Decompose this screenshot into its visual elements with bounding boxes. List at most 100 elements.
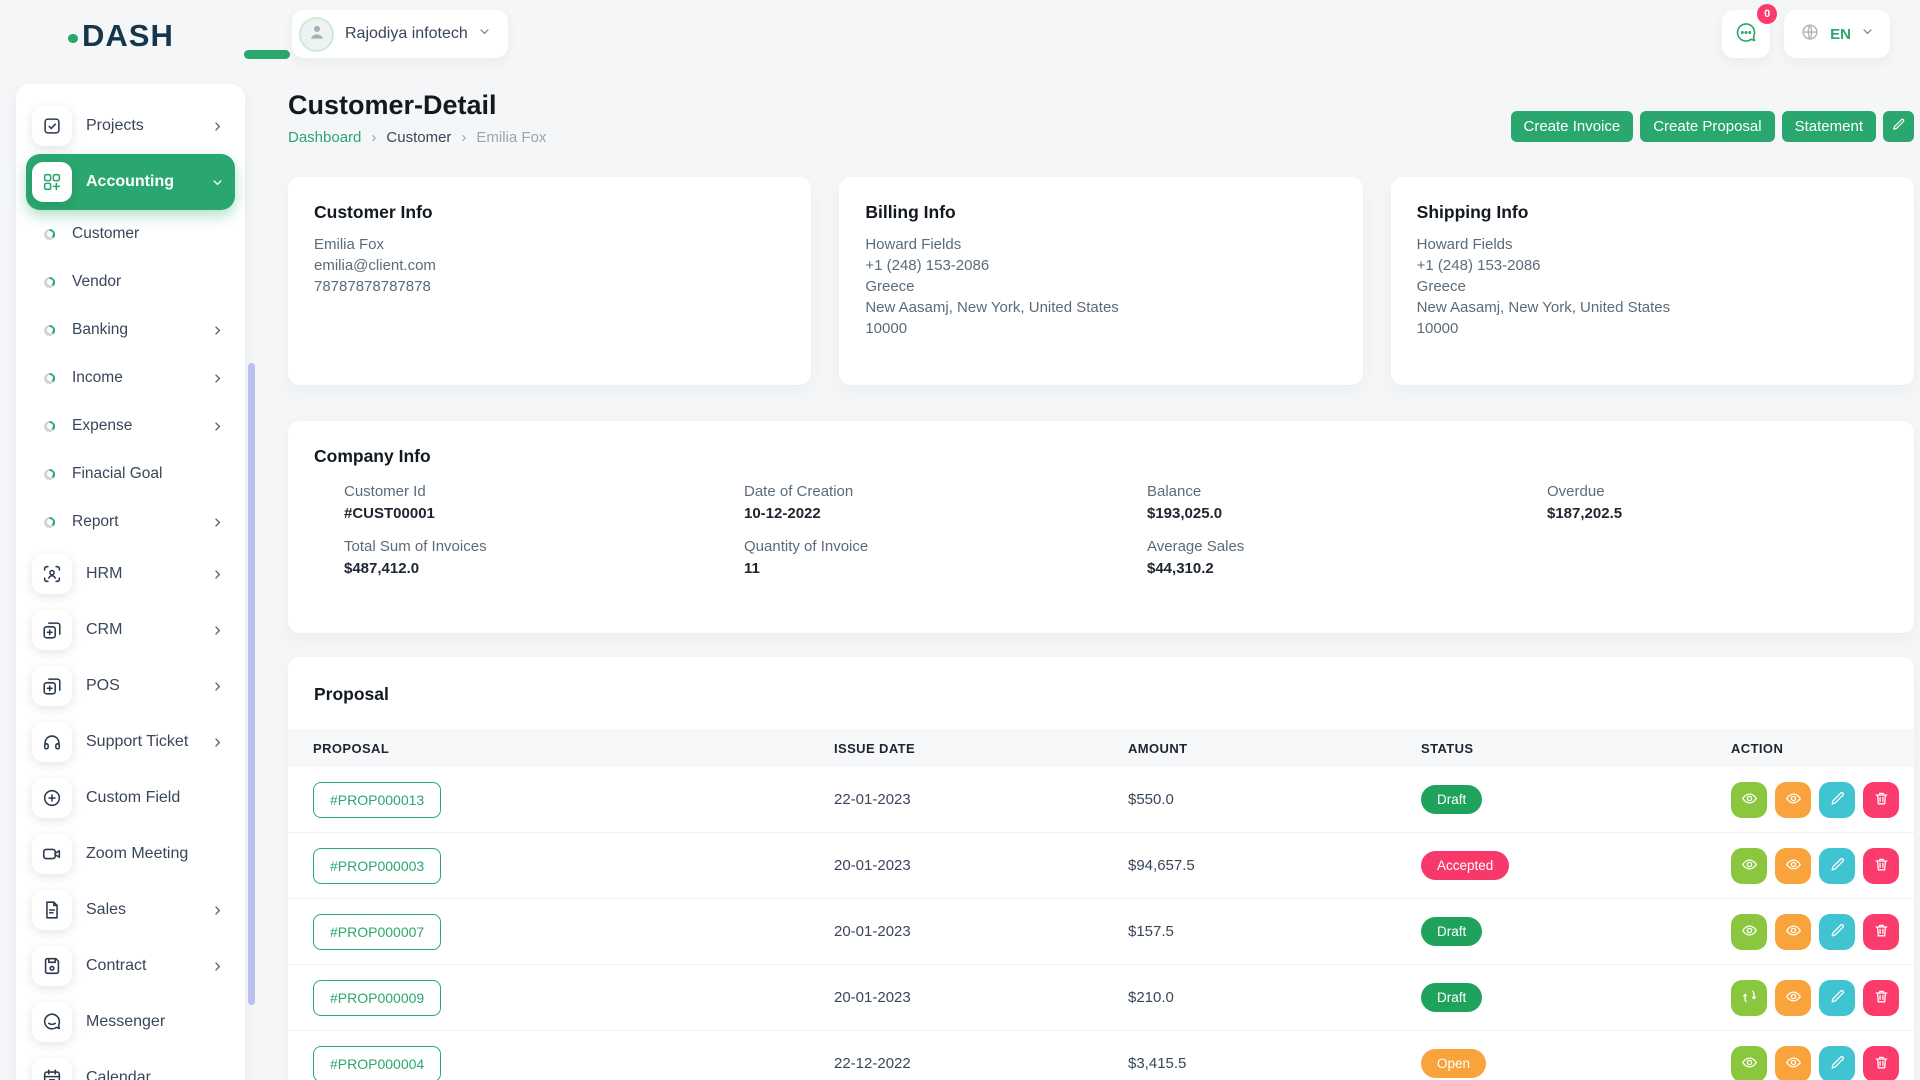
billing-info-card: Billing Info Howard Fields+1 (248) 153-2… [839, 177, 1362, 385]
sidebar-item-messenger[interactable]: Messenger [26, 994, 235, 1050]
eye-icon [1741, 790, 1758, 810]
sidebar-item-support-ticket[interactable]: Support Ticket [26, 714, 235, 770]
sidebar-item-expense[interactable]: Expense [26, 402, 235, 450]
save-icon [32, 946, 72, 986]
sidebar-item-accounting[interactable]: Accounting [26, 154, 235, 210]
sidebar-item-customer[interactable]: Customer [26, 210, 235, 258]
logo-dot [68, 34, 78, 43]
video-icon [32, 834, 72, 874]
main-content: Customer-Detail Dashboard › Customer › E… [288, 84, 1914, 1080]
delete-button[interactable] [1863, 782, 1899, 818]
language-selector[interactable]: EN [1784, 10, 1890, 58]
stat-label: Date of Creation [744, 483, 1147, 500]
info-line: Greece [1417, 276, 1888, 297]
sidebar-item-vendor[interactable]: Vendor [26, 258, 235, 306]
view-button[interactable] [1731, 914, 1767, 950]
preview-button[interactable] [1775, 1046, 1811, 1080]
view-button[interactable] [1731, 848, 1767, 884]
statement-button[interactable]: Statement [1782, 111, 1876, 142]
stat-value: #CUST00001 [344, 505, 744, 522]
sidebar-item-finacial-goal[interactable]: Finacial Goal [26, 450, 235, 498]
preview-button[interactable] [1775, 848, 1811, 884]
edit-button[interactable] [1819, 980, 1855, 1016]
delete-button[interactable] [1863, 980, 1899, 1016]
preview-button[interactable] [1775, 782, 1811, 818]
sidebar-item-hrm[interactable]: HRM [26, 546, 235, 602]
delete-button[interactable] [1863, 914, 1899, 950]
bullet-icon [44, 229, 55, 240]
chat-bubble-icon [1734, 21, 1758, 48]
row-actions [1731, 782, 1914, 818]
sidebar-item-contract[interactable]: Contract [26, 938, 235, 994]
info-line: 10000 [1417, 318, 1888, 339]
breadcrumb-customer[interactable]: Customer [386, 129, 451, 146]
proposal-link[interactable]: #PROP000007 [313, 914, 441, 950]
messages-button[interactable]: 0 [1722, 10, 1770, 58]
sidebar-item-label: Custom Field [86, 789, 225, 807]
sidebar-item-label: Accounting [86, 173, 210, 191]
preview-button[interactable] [1775, 980, 1811, 1016]
person-icon [307, 22, 327, 47]
stat-value: $487,412.0 [344, 560, 744, 577]
sidebar-item-label: Customer [72, 225, 225, 243]
edit-button[interactable] [1819, 782, 1855, 818]
delete-button[interactable] [1863, 1046, 1899, 1080]
sidebar-item-banking[interactable]: Banking [26, 306, 235, 354]
proposal-link[interactable]: #PROP000004 [313, 1046, 441, 1080]
info-line: New Aasamj, New York, United States [1417, 297, 1888, 318]
sidebar-item-income[interactable]: Income [26, 354, 235, 402]
proposal-link[interactable]: #PROP000009 [313, 980, 441, 1016]
edit-button[interactable] [1819, 914, 1855, 950]
sidebar-scrollbar-thumb[interactable] [248, 363, 255, 1005]
edit-customer-button[interactable] [1883, 111, 1914, 142]
table-row: #PROP00000920-01-2023$210.0Draft [288, 965, 1914, 1031]
chevron-right-icon [210, 419, 225, 434]
sidebar-item-sales[interactable]: Sales [26, 882, 235, 938]
top-bar: DASH Rajodiya infotech 0 EN [0, 0, 1920, 72]
table-row: #PROP00000320-01-2023$94,657.5Accepted [288, 833, 1914, 899]
convert-button[interactable] [1731, 980, 1767, 1016]
chevron-down-icon [477, 24, 492, 44]
stat-value: $44,310.2 [1147, 560, 1547, 577]
sidebar-item-label: Zoom Meeting [86, 845, 225, 863]
sidebar-item-zoom-meeting[interactable]: Zoom Meeting [26, 826, 235, 882]
delete-button[interactable] [1863, 848, 1899, 884]
stat-value: 10-12-2022 [744, 505, 1147, 522]
edit-button[interactable] [1819, 1046, 1855, 1080]
info-line: Howard Fields [1417, 234, 1888, 255]
company-name: Rajodiya infotech [345, 25, 468, 43]
column-header-proposal: PROPOSAL [288, 741, 832, 756]
sidebar-item-projects[interactable]: Projects [26, 98, 235, 154]
column-header-status: STATUS [1419, 741, 1729, 756]
sidebar-item-custom-field[interactable]: Custom Field [26, 770, 235, 826]
sidebar-item-label: Report [72, 513, 210, 531]
edit-button[interactable] [1819, 848, 1855, 884]
chevron-right-icon [210, 371, 225, 386]
create-invoice-button[interactable]: Create Invoice [1511, 111, 1634, 142]
sidebar-item-label: Vendor [72, 273, 225, 291]
layers-icon [32, 666, 72, 706]
stat-value: 11 [744, 560, 1147, 577]
preview-button[interactable] [1775, 914, 1811, 950]
view-button[interactable] [1731, 782, 1767, 818]
proposal-link[interactable]: #PROP000013 [313, 782, 441, 818]
trash-icon [1873, 988, 1890, 1008]
trash-icon [1873, 790, 1890, 810]
issue-date-cell: 20-01-2023 [832, 989, 1126, 1006]
chevron-down-icon [210, 175, 225, 190]
view-button[interactable] [1731, 1046, 1767, 1080]
sidebar-item-calendar[interactable]: Calendar [26, 1050, 235, 1080]
sidebar-item-crm[interactable]: CRM [26, 602, 235, 658]
create-proposal-button[interactable]: Create Proposal [1640, 111, 1774, 142]
sidebar-item-report[interactable]: Report [26, 498, 235, 546]
eye-icon [1785, 1054, 1802, 1074]
sidebar-item-label: Income [72, 369, 210, 387]
proposal-link[interactable]: #PROP000003 [313, 848, 441, 884]
company-selector[interactable]: Rajodiya infotech [292, 10, 508, 58]
status-badge: Accepted [1421, 851, 1509, 880]
stat-total-sum-of-invoices: Total Sum of Invoices$487,412.0 [344, 538, 744, 577]
issue-date-cell: 20-01-2023 [832, 923, 1126, 940]
sidebar-item-pos[interactable]: POS [26, 658, 235, 714]
breadcrumb-dashboard[interactable]: Dashboard [288, 129, 361, 146]
eye-icon [1785, 988, 1802, 1008]
